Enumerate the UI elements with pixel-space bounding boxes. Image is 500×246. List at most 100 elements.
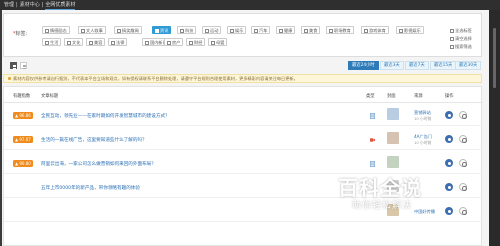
view-button[interactable] [445, 111, 453, 119]
checkbox-icon [45, 40, 49, 45]
checkbox-icon [211, 40, 215, 45]
tag-label-text: 标签: [15, 31, 28, 37]
view-button[interactable] [445, 183, 453, 191]
col-source: 来源 [414, 94, 423, 99]
checkbox-icon [67, 40, 71, 45]
checkbox-icon [155, 28, 159, 33]
time-tab-24h[interactable]: 最近24小时 [348, 61, 379, 70]
list-view-button[interactable] [10, 62, 17, 69]
cover-thumbnail [387, 132, 399, 144]
nav-separator: | [41, 2, 44, 8]
list-toolbar: 最近24小时 最近3天 最近7天 最近15天 最近30天 [3, 59, 482, 71]
checkbox-icon [167, 40, 171, 45]
top-nav-bar: 管理 | 素材中心 | 全网优质素材 [0, 0, 500, 10]
checkbox-icon [81, 28, 85, 33]
tag-chip-active[interactable]: 资讯 [152, 26, 172, 34]
col-type: 类型 [366, 94, 375, 99]
tag-chip[interactable]: 生活 [42, 38, 62, 46]
article-title-link[interactable]: 全民互动，领先业——在家时期如何开发智慧城市的建设方式？ [41, 113, 170, 119]
time-tab-30d[interactable]: 最近30天 [455, 61, 482, 70]
checkbox-icon [304, 28, 308, 33]
source-name[interactable]: 中国好传播 [414, 209, 435, 215]
collect-button[interactable] [459, 159, 467, 167]
view-button[interactable] [445, 135, 453, 143]
watermark-subtitle: 助你轻松解决 [352, 201, 413, 211]
tag-chip[interactable]: 汽车 [251, 26, 271, 34]
document-icon [370, 161, 375, 167]
tag-chip[interactable]: 文人轶事 [78, 26, 106, 34]
tag-chip[interactable]: 法律 [108, 38, 128, 46]
table-row[interactable]: ▲ 96.86 全民互动，领先业——在家时期如何开发智慧城市的建设方式？ 营销驿… [4, 103, 483, 126]
page-scrollbar[interactable] [489, 10, 500, 246]
checkbox-icon [117, 28, 121, 33]
checkbox-icon [450, 28, 454, 33]
table-header: 有趣指数 文章标题 类型 封面 来源 操作 [4, 87, 483, 103]
checkbox-icon [364, 28, 368, 33]
table-row[interactable]: ▲ 90.80 阿里云出海，一家公司怎么做营销如何来回的外面布局？ [4, 151, 483, 174]
checkbox-icon [450, 36, 454, 41]
time-tab-3d[interactable]: 最近3天 [380, 61, 404, 70]
col-hot[interactable]: 有趣指数 [13, 93, 30, 99]
checkbox-icon [111, 40, 115, 45]
hot-badge: ▲ 96.86 [13, 112, 33, 119]
tag-chip[interactable]: 娱乐 [227, 26, 247, 34]
table-row[interactable]: ▲ 97.07 生活的一篇在线广告，这里要知道些什么了解的吗？ 4A广告门 10… [4, 127, 483, 150]
checkbox-icon [145, 40, 149, 45]
tag-chip[interactable]: 文化 [64, 38, 84, 46]
nav-tab-manage[interactable]: 管理 [4, 0, 14, 10]
tag-filter-panel: *标签: 情感励志 文人轶事 搞笑趣闻 资讯 科技 运动 娱乐 汽车 健康 美食… [3, 13, 482, 57]
checkbox-icon [450, 44, 454, 49]
video-icon [370, 138, 375, 142]
clear-selection[interactable]: 清空选择 [450, 36, 472, 42]
view-button[interactable] [445, 159, 453, 167]
cover-thumbnail [387, 108, 399, 120]
watermark-title: 百科全说 [338, 176, 422, 200]
tag-chip[interactable]: 情感励志 [42, 26, 70, 34]
tag-chip[interactable]: 房产 [164, 38, 184, 46]
nav-separator: | [16, 2, 18, 8]
tag-chip[interactable]: 财经 [186, 38, 206, 46]
time-tab-15d[interactable]: 最近15天 [430, 61, 457, 70]
collect-button[interactable] [459, 135, 467, 143]
checkbox-icon [45, 28, 49, 33]
collect-button[interactable] [459, 183, 467, 191]
grid-view-button[interactable] [20, 62, 27, 69]
nav-tab-material-center[interactable]: 素材中心 [20, 0, 40, 10]
tag-chip[interactable]: 美容 [86, 38, 106, 46]
tag-chip[interactable]: 健康 [276, 26, 296, 34]
source-time: 10 小时前 [414, 140, 432, 145]
tag-label: *标签: [13, 30, 27, 37]
tag-chip[interactable]: 运动 [202, 26, 222, 34]
checkbox-icon [254, 28, 258, 33]
col-title: 文章标题 [41, 94, 59, 99]
checkbox-icon [89, 40, 93, 45]
col-cover: 封面 [387, 94, 396, 99]
checkbox-icon [279, 28, 283, 33]
checkbox-icon [230, 28, 234, 33]
hot-badge: ▲ 90.80 [13, 160, 33, 167]
nav-tab-quality-material[interactable]: 全网优质素材 [45, 0, 76, 10]
collect-button[interactable] [459, 111, 467, 119]
article-table: 有趣指数 文章标题 类型 封面 来源 操作 ▲ 96.86 全民互动，领先业——… [3, 86, 483, 246]
time-tab-7d[interactable]: 最近7天 [405, 61, 429, 70]
article-title-link[interactable]: 阿里云出海，一家公司怎么做营销如何来回的外面布局？ [41, 161, 156, 167]
scrollbar-thumb[interactable] [493, 28, 496, 88]
tag-chip[interactable]: 母婴 [208, 38, 228, 46]
source-time: 10 小时前 [414, 116, 432, 121]
notice-text: 素材内容仅供参考请自行甄别，不代表本平台立场和观点，如有侵权请联系平台删除处理，… [13, 76, 298, 81]
hot-badge: ▲ 97.07 [13, 136, 33, 143]
tag-chip[interactable]: 科技 [177, 26, 197, 34]
tag-chip[interactable]: 影视娱乐 [396, 26, 424, 34]
tag-chip[interactable]: 搞笑趣闻 [114, 26, 142, 34]
article-title-link[interactable]: 五年上市0000年的新产品，带你领略有趣的体验 [41, 185, 140, 191]
view-button[interactable] [445, 207, 453, 215]
select-all-tags[interactable]: 全选标签 [450, 28, 472, 34]
article-title-link[interactable]: 生活的一篇在线广告，这里要知道些什么了解的吗？ [41, 137, 147, 143]
document-icon [370, 113, 375, 119]
tag-chip[interactable]: 美食 [301, 26, 321, 34]
search-filter[interactable]: 搜索筛选 [450, 44, 472, 50]
tag-chip[interactable]: 职场教育 [326, 26, 354, 34]
tag-chip[interactable]: 游戏体育 [361, 26, 389, 34]
cover-thumbnail [387, 156, 399, 168]
collect-button[interactable] [459, 207, 467, 215]
